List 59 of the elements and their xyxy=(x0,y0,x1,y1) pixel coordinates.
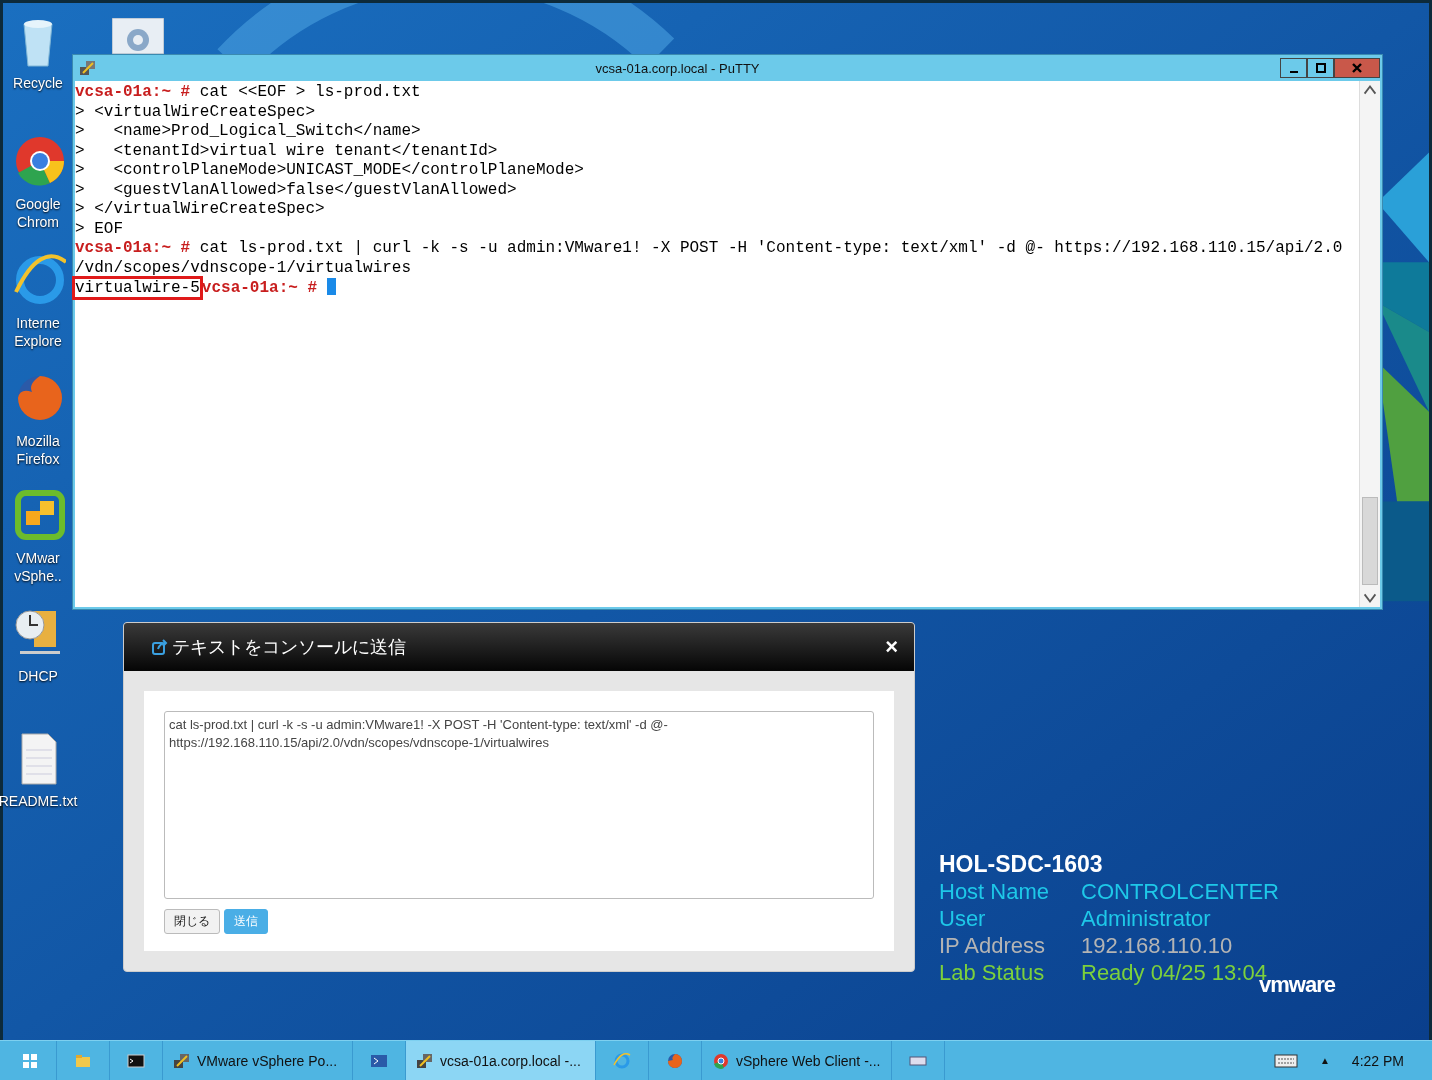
window-title: vcsa-01a.corp.local - PuTTY xyxy=(594,60,761,76)
highlighted-output: virtualwire-5 xyxy=(75,279,200,297)
icon-label: Explore xyxy=(14,332,62,350)
terminal-line: > <guestVlanAllowed>false</guestVlanAllowed> xyxy=(75,180,517,199)
icon-label: DHCP xyxy=(18,667,58,685)
close-dialog-button[interactable]: 閉じる xyxy=(164,909,220,934)
shell-prompt: vcsa-01a:~ # xyxy=(75,239,192,257)
terminal-line: > <controlPlaneMode>UNICAST_MODE</controlPlaneMode> xyxy=(75,161,584,179)
dialog-title: テキストをコンソールに送信 xyxy=(172,635,406,659)
icon-label: README.txt xyxy=(0,792,78,810)
text-cursor xyxy=(326,278,336,295)
terminal-line: > <name>Prod_Logical_Switch</name> xyxy=(75,122,421,140)
minimize-button[interactable] xyxy=(1280,58,1307,78)
gear-icon[interactable] xyxy=(112,18,164,54)
scrollbar[interactable] xyxy=(1359,81,1380,607)
keyboard-icon[interactable] xyxy=(1273,1053,1298,1068)
icon-label: Mozilla xyxy=(16,432,60,450)
icon-label: VMwar xyxy=(16,549,60,567)
icon-label: Firefox xyxy=(16,450,60,468)
terminal-line: > <tenantId>virtual wire tenant</tenantId> xyxy=(75,141,498,160)
terminal-line: > EOF xyxy=(75,219,123,238)
icon-label: vSphe.. xyxy=(14,567,62,585)
terminal-line: cat ls-prod.txt | curl -k -s -u admin:VMware1! -X POST -H 'Content-type: text/xml' -d @- https://192.168.110.15/api/2.0 xyxy=(199,239,1343,257)
lab-title: HOL-SDC-1603 xyxy=(939,850,1104,878)
taskbar-button[interactable]: vcsa-01a.corp.local -... xyxy=(406,1041,596,1080)
icon-label: Recycle xyxy=(13,74,63,92)
info-label: IP Address xyxy=(939,932,1046,959)
show-hidden-icons-button[interactable]: ▲ xyxy=(1319,1055,1330,1066)
scroll-thumb[interactable] xyxy=(1362,497,1378,585)
info-label: Lab Status xyxy=(939,959,1046,986)
shell-prompt: vcsa-01a:~ # xyxy=(201,279,319,297)
shell-prompt: vcsa-01a:~ # xyxy=(75,83,192,101)
close-button[interactable]: × xyxy=(885,634,898,660)
icon-label: Google xyxy=(15,195,61,213)
computers-icon xyxy=(79,59,97,77)
terminal-line: > <virtualWireCreateSpec> xyxy=(75,102,316,121)
info-value: 192.168.110.10 xyxy=(1081,932,1233,959)
terminal-line: /vdn/scopes/vdnscope-1/virtualwires xyxy=(75,258,412,277)
maximize-icon xyxy=(1314,62,1327,74)
info-label: User xyxy=(939,905,987,932)
share-icon xyxy=(152,639,168,655)
info-value: Administrator xyxy=(1081,905,1211,932)
info-value: CONTROLCENTER xyxy=(1081,878,1279,905)
computers-icon xyxy=(416,1051,434,1070)
close-button[interactable] xyxy=(1334,58,1380,78)
maximize-button[interactable] xyxy=(1307,58,1334,78)
icon-label: Chrom xyxy=(17,213,59,231)
taskbar-button[interactable]: vSphere Web Client -... xyxy=(702,1041,892,1080)
close-icon xyxy=(1351,62,1363,74)
computers-icon xyxy=(173,1051,191,1070)
clock[interactable]: 4:22 PM xyxy=(1351,1052,1404,1069)
minimize-icon xyxy=(1289,71,1298,73)
icon-label: Interne xyxy=(16,314,60,332)
info-label: Host Name xyxy=(939,878,1051,905)
terminal-line: cat <<EOF > ls-prod.txt xyxy=(199,83,421,101)
browser-icon xyxy=(712,1051,730,1070)
text-area[interactable]: cat ls-prod.txt | curl -k -s -u admin:VMware1! -X POST -H 'Content-type: text/xml' -d @- https://192.168.110.15/api/2.0/vdn/scopes/vdnscope-1/virtualwires xyxy=(164,711,874,899)
taskbar-button[interactable]: VMware vSphere Po... xyxy=(163,1041,353,1080)
terminal-line: > </virtualWireCreateSpec> xyxy=(75,200,325,218)
